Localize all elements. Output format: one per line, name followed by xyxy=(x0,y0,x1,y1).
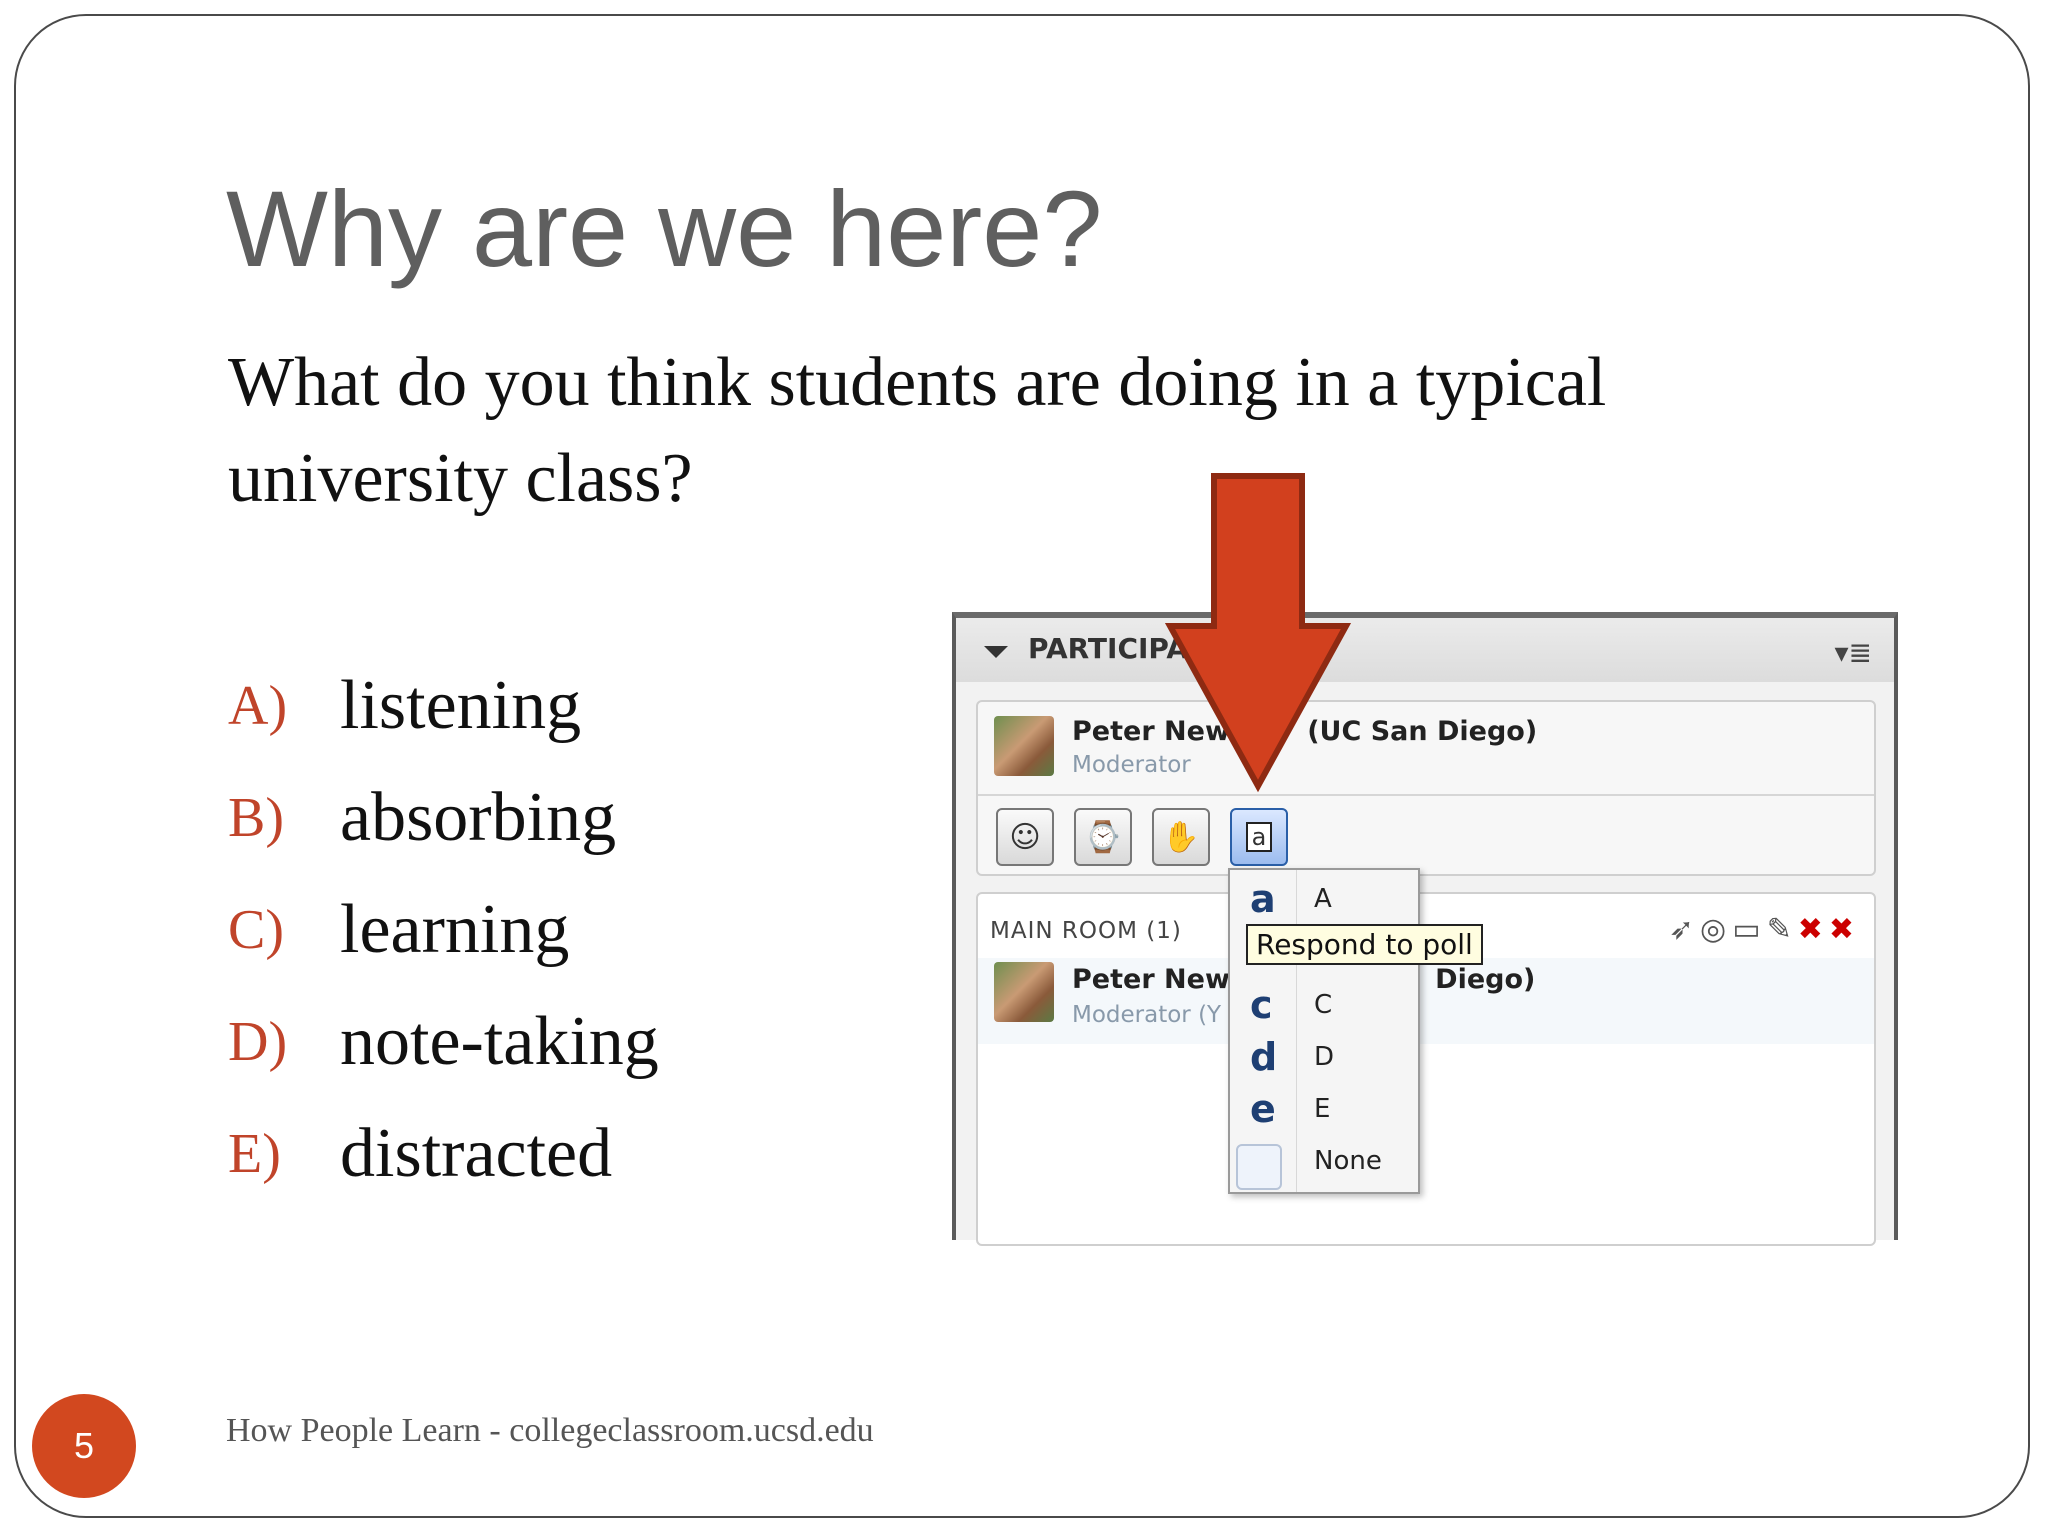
poll-option-d[interactable]: d D xyxy=(1230,1032,1418,1082)
poll-label: A xyxy=(1314,884,1332,914)
moderator-name-right: (UC San Diego) xyxy=(1307,716,1538,747)
webcam-icon[interactable]: ◎ xyxy=(1700,912,1732,947)
option-letter: E) xyxy=(228,1123,281,1185)
participants-panel-screenshot: PARTICIPAI ▾≣ Peter Newb (UC San Diego) M… xyxy=(952,612,1898,1246)
option-text: listening xyxy=(340,667,582,744)
footer-text: How People Learn - collegeclassroom.ucsd… xyxy=(226,1412,874,1449)
chat-icon[interactable]: ▭ xyxy=(1732,912,1766,947)
moderator-box: Peter Newb (UC San Diego) Moderator ☺ ⌚ ✋… xyxy=(976,700,1876,876)
poll-answer-icon[interactable]: a xyxy=(1230,808,1288,866)
copy-delete-icon[interactable]: ✖ xyxy=(1798,912,1829,947)
poll-glyph: a xyxy=(1250,877,1276,921)
option-text: note-taking xyxy=(340,1003,659,1080)
poll-option-none[interactable]: None xyxy=(1230,1136,1418,1190)
collapse-triangle-icon[interactable] xyxy=(984,646,1008,658)
avatar xyxy=(994,962,1054,1022)
slide-title: Why are we here? xyxy=(226,168,1103,289)
participant-name-right: Diego) xyxy=(1435,964,1536,995)
option-letter: B) xyxy=(228,787,284,849)
remove-icon[interactable]: ✖ xyxy=(1829,912,1860,947)
divider xyxy=(978,794,1874,796)
option-text: learning xyxy=(340,891,570,968)
option-text: distracted xyxy=(340,1115,613,1192)
poll-option-a[interactable]: a A xyxy=(1230,874,1418,924)
avatar xyxy=(994,716,1054,776)
moderator-name-left: Peter Newb xyxy=(1072,716,1250,747)
panel-menu-icon[interactable]: ▾≣ xyxy=(1834,636,1872,669)
poll-label: D xyxy=(1314,1042,1335,1072)
poll-glyph: e xyxy=(1250,1087,1276,1131)
room-toolbar: ➶◎▭✎✖✖ xyxy=(1669,912,1860,947)
panel-title: PARTICIPAI xyxy=(1028,632,1199,665)
question-text: What do you think students are doing in … xyxy=(228,344,1607,517)
option-letter: A) xyxy=(228,675,288,737)
slide-number: 5 xyxy=(73,1425,95,1466)
moderator-name: Peter Newb (UC San Diego) xyxy=(1072,716,1537,747)
moderator-role: Moderator xyxy=(1072,752,1191,778)
poll-answer-dropdown: a A b c C d D e E None xyxy=(1228,868,1420,1194)
pencil-icon[interactable]: ✎ xyxy=(1767,912,1798,947)
poll-label: E xyxy=(1314,1094,1331,1124)
none-checkbox xyxy=(1236,1144,1282,1190)
raise-hand-icon[interactable]: ✋ xyxy=(1152,808,1210,866)
away-icon[interactable]: ⌚ xyxy=(1074,808,1132,866)
poll-label: None xyxy=(1314,1146,1382,1176)
participant-role: Moderator (Y xyxy=(1072,1002,1222,1028)
pointer-icon[interactable]: ➶ xyxy=(1669,912,1700,947)
slide-number-badge: 5 xyxy=(32,1394,136,1498)
respond-to-poll-tooltip: Respond to poll xyxy=(1246,924,1483,965)
room-label: MAIN ROOM (1) xyxy=(990,918,1182,944)
option-letter: D) xyxy=(228,1011,288,1073)
poll-option-c[interactable]: c C xyxy=(1230,980,1418,1030)
option-letter: C) xyxy=(228,899,284,961)
option-text: absorbing xyxy=(340,779,617,856)
poll-option-e[interactable]: e E xyxy=(1230,1084,1418,1134)
panel-header: PARTICIPAI ▾≣ xyxy=(956,618,1894,682)
poll-label: C xyxy=(1314,990,1333,1020)
smiley-icon[interactable]: ☺ xyxy=(996,808,1054,866)
participant-row[interactable]: Peter Newl Diego) Moderator (Y xyxy=(978,958,1874,1044)
participant-name-left: Peter Newl xyxy=(1072,964,1240,995)
poll-glyph: d xyxy=(1250,1035,1278,1079)
poll-glyph: c xyxy=(1250,983,1273,1027)
